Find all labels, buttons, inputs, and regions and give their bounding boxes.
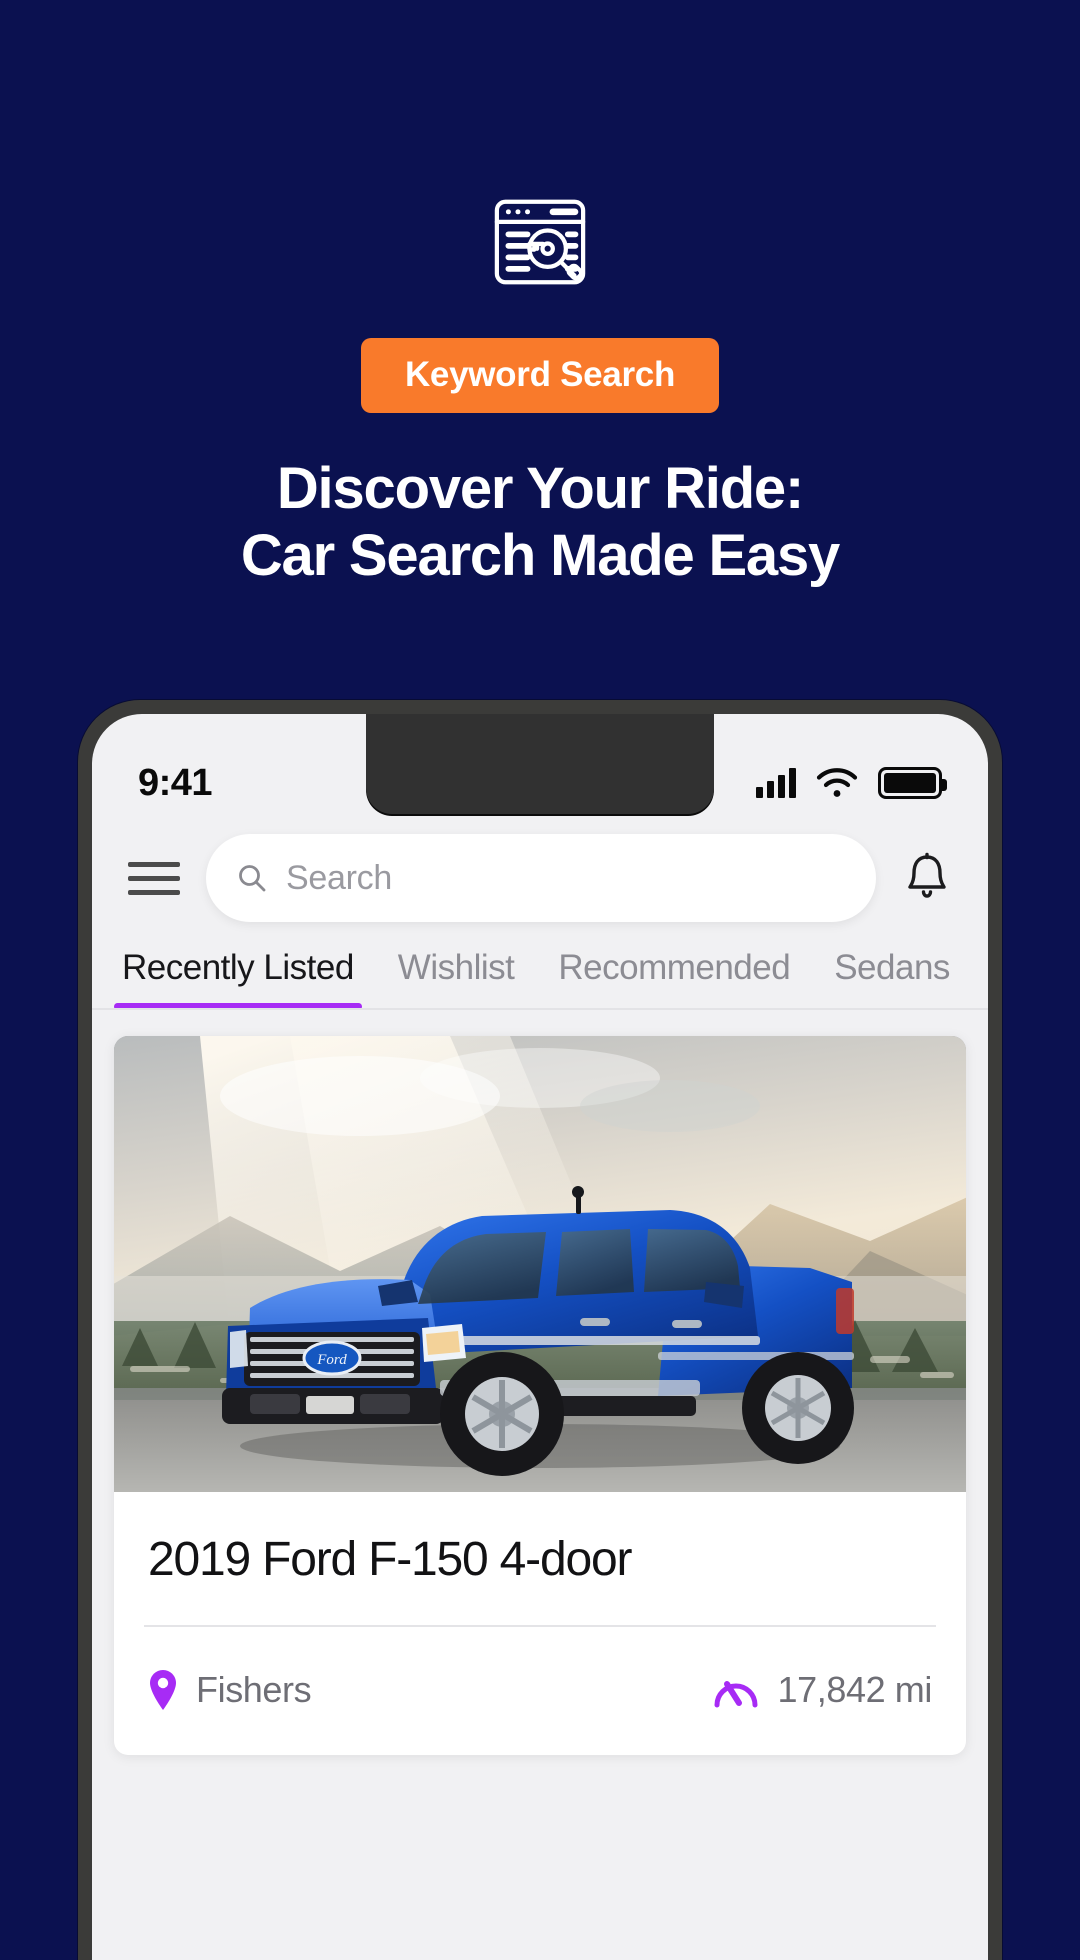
- headline-line-2: Car Search Made Easy: [240, 523, 840, 589]
- location-label: Fishers: [196, 1669, 312, 1710]
- listing-title: 2019 Ford F-150 4-door: [148, 1533, 632, 1586]
- tab-sedans[interactable]: Sedans: [812, 948, 972, 1008]
- keyword-search-icon: [492, 196, 588, 288]
- search-input[interactable]: Search: [206, 834, 876, 922]
- tab-recently-listed[interactable]: Recently Listed: [100, 948, 376, 1008]
- tab-wishlist[interactable]: Wishlist: [376, 948, 537, 1008]
- wifi-icon: [816, 768, 858, 797]
- tab-recommended[interactable]: Recommended: [536, 948, 812, 1008]
- bell-icon[interactable]: [902, 850, 952, 906]
- phone-screen: 9:41 Search Recently Listed Wishlist Rec…: [92, 714, 988, 1960]
- mileage-label: 17,842 mi: [777, 1669, 933, 1710]
- listing-card[interactable]: Ford 2019 Ford F-150 4-door Fishers 17,8…: [114, 1036, 966, 1755]
- keyword-search-badge[interactable]: Keyword Search: [360, 338, 720, 413]
- cellular-signal-icon: [756, 768, 796, 798]
- listing-photo: Ford: [114, 1036, 966, 1492]
- app-bar: Search: [92, 822, 988, 948]
- status-bar: 9:41: [92, 714, 988, 822]
- search-placeholder: Search: [286, 858, 392, 897]
- status-icons: [756, 767, 947, 799]
- phone-mockup: 9:41 Search Recently Listed Wishlist Rec…: [78, 700, 1002, 1960]
- location-pin-icon: [150, 1670, 176, 1710]
- tab-bar: Recently Listed Wishlist Recommended Sed…: [92, 948, 988, 1010]
- hamburger-menu-icon[interactable]: [128, 861, 180, 895]
- listing-meta: Fishers 17,842 mi: [114, 1627, 966, 1755]
- headline-line-1: Discover Your Ride:: [276, 456, 804, 521]
- listing-location: Fishers: [148, 1669, 312, 1711]
- battery-full-icon: [878, 767, 947, 799]
- search-icon: [239, 865, 266, 892]
- status-time: 9:41: [138, 761, 213, 804]
- listing-mileage: 17,842 mi: [712, 1669, 933, 1711]
- page-title: Discover Your Ride: Car Search Made Easy: [240, 455, 840, 590]
- hero-section: Keyword Search Discover Your Ride: Car S…: [0, 0, 1080, 700]
- speedometer-icon: [714, 1681, 757, 1708]
- svg-text:Ford: Ford: [316, 1352, 347, 1368]
